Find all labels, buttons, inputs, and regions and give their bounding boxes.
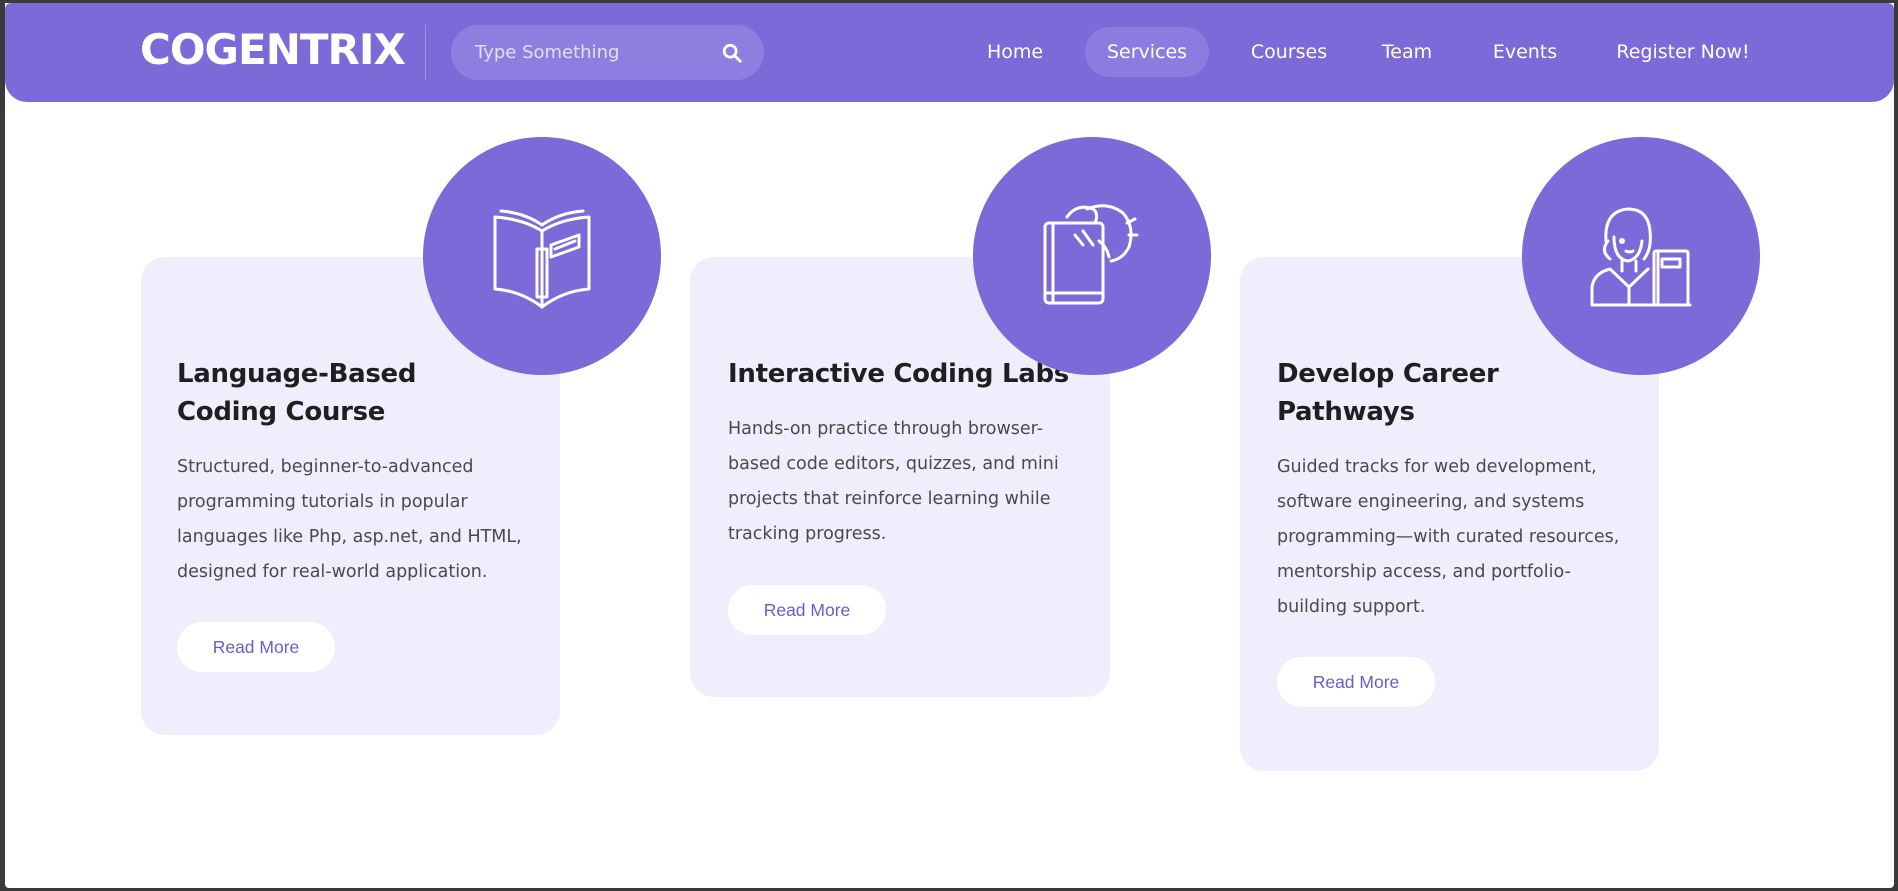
- browser-viewport: COGENTRIX Home Services Courses Team Eve…: [5, 3, 1894, 888]
- site-logo[interactable]: COGENTRIX: [140, 25, 406, 74]
- card-title: Develop Career Pathways: [1277, 359, 1499, 427]
- card-description: Guided tracks for web development, softw…: [1277, 457, 1620, 617]
- teacher-icon: [1590, 207, 1692, 307]
- search-icon[interactable]: [721, 42, 743, 64]
- header-divider: [425, 25, 426, 80]
- book-hand-icon: [1043, 204, 1139, 305]
- nav-item-events[interactable]: Events: [1481, 27, 1569, 77]
- window-border: [1894, 0, 1898, 891]
- nav-item-register[interactable]: Register Now!: [1603, 27, 1763, 77]
- card-description: Hands-on practice through browser- based…: [728, 419, 1059, 544]
- read-more-button[interactable]: Read More: [1277, 657, 1435, 707]
- read-more-button[interactable]: Read More: [728, 585, 886, 635]
- search-input[interactable]: [475, 25, 715, 80]
- service-icon-circle: [423, 137, 661, 375]
- open-book-icon: [493, 209, 591, 309]
- nav-item-team[interactable]: Team: [1369, 27, 1445, 77]
- service-icon-circle: [1522, 137, 1760, 375]
- service-icon-circle: [973, 137, 1211, 375]
- card-title: Language-Based Coding Course: [177, 359, 417, 427]
- nav-item-services[interactable]: Services: [1085, 27, 1209, 77]
- nav-item-home[interactable]: Home: [973, 27, 1057, 77]
- read-more-button[interactable]: Read More: [177, 622, 335, 672]
- header-bar: COGENTRIX Home Services Courses Team Eve…: [5, 3, 1894, 102]
- card-description: Structured, beginner-to-advanced program…: [177, 457, 522, 582]
- search-box: [451, 25, 764, 80]
- card-title: Interactive Coding Labs: [728, 359, 1069, 389]
- nav-item-courses[interactable]: Courses: [1232, 27, 1346, 77]
